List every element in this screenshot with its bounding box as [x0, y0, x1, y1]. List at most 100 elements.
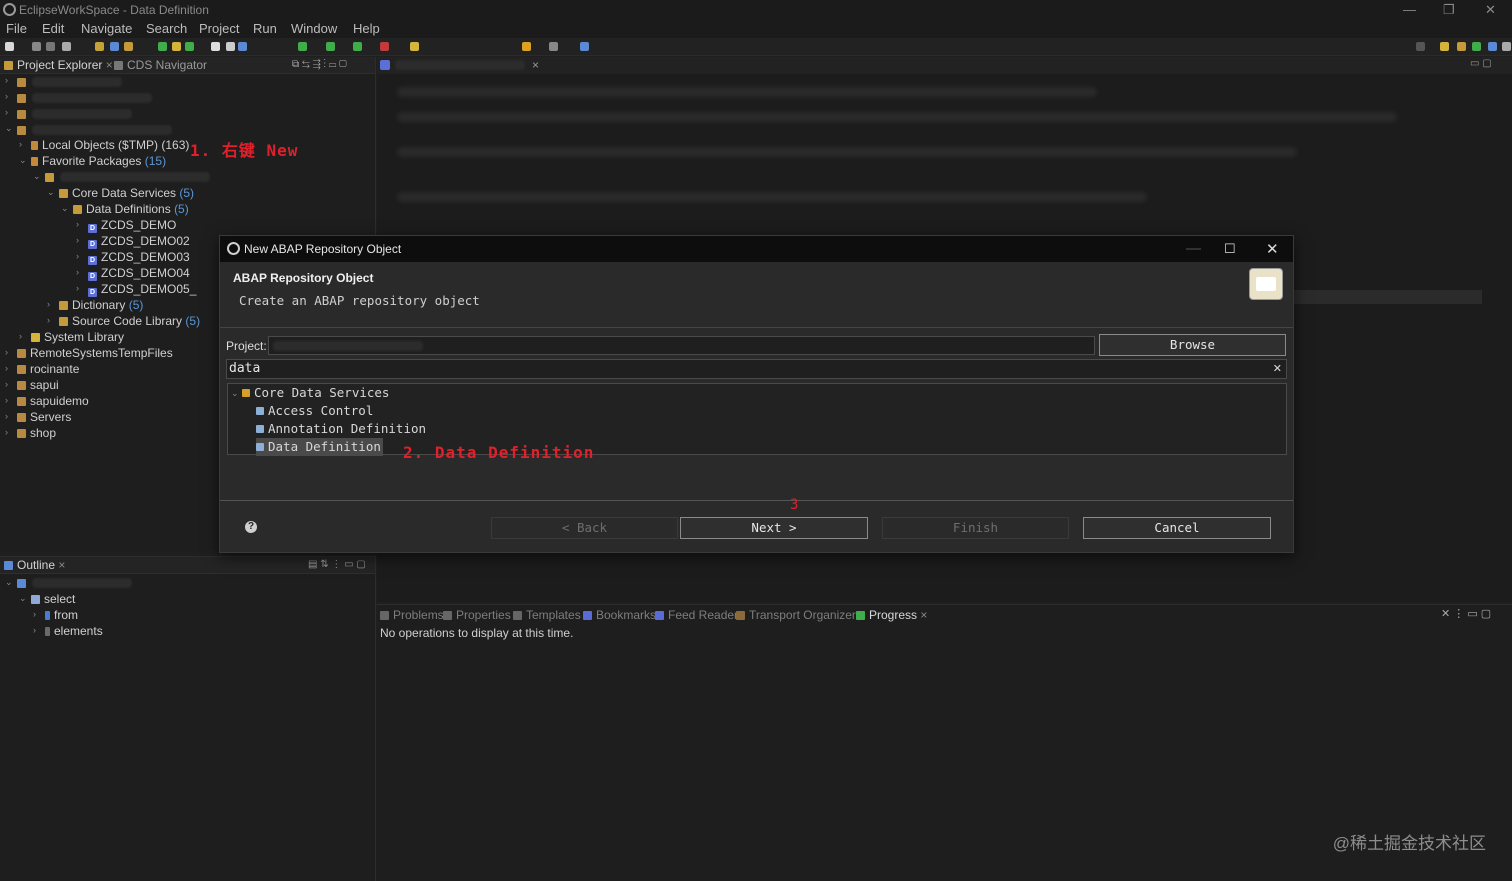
- panel-toolbar-icon[interactable]: ✕ ⋮ ▭ ▢: [1441, 607, 1491, 620]
- menu-project[interactable]: Project: [199, 21, 239, 36]
- type-filter-input[interactable]: data ✕: [226, 359, 1287, 379]
- tree-item-access-control[interactable]: Access Control: [256, 402, 373, 420]
- tab-bookmarks[interactable]: Bookmarks: [583, 608, 656, 622]
- tab-outline[interactable]: Outline ×: [4, 558, 65, 572]
- back-button[interactable]: < Back: [491, 517, 678, 539]
- save-all-icon[interactable]: [46, 42, 55, 51]
- tree-core-data-services[interactable]: Core Data Services (5): [59, 185, 194, 201]
- help-icon[interactable]: ?: [245, 521, 257, 533]
- tree-package-redacted[interactable]: [45, 169, 58, 185]
- tree-data-definitions[interactable]: Data Definitions (5): [73, 201, 189, 217]
- perspective-java-icon[interactable]: [1457, 42, 1466, 51]
- clear-filter-icon[interactable]: ✕: [1273, 362, 1282, 375]
- open-project-icon[interactable]: [95, 42, 104, 51]
- search-object-icon[interactable]: [238, 42, 247, 51]
- menu-search[interactable]: Search: [146, 21, 187, 36]
- outline-from[interactable]: from: [45, 607, 78, 623]
- back-nav-icon[interactable]: [522, 42, 531, 51]
- package-icon[interactable]: [124, 42, 133, 51]
- finish-button[interactable]: Finish: [882, 517, 1069, 539]
- lock-icon[interactable]: [211, 42, 220, 51]
- tab-templates[interactable]: Templates: [513, 608, 581, 622]
- tree-project-sapuidemo[interactable]: sapuidemo: [17, 393, 89, 409]
- outline-toolbar-icon[interactable]: ▤ ⇅ ⋮ ▭ ▢: [308, 559, 366, 570]
- outline-select[interactable]: select: [31, 591, 75, 607]
- perspective-debug-icon[interactable]: [1472, 42, 1481, 51]
- maximize-icon[interactable]: ❐: [1443, 2, 1455, 18]
- dialog-minimize-icon[interactable]: —: [1186, 240, 1201, 257]
- perspective-abap-icon[interactable]: [1440, 42, 1449, 51]
- tree-zcds-demo03[interactable]: D ZCDS_DEMO03: [88, 249, 190, 265]
- tree-system-library[interactable]: System Library: [31, 329, 124, 345]
- run-icon[interactable]: [326, 42, 335, 51]
- close-tab-icon[interactable]: ×: [106, 58, 113, 72]
- debug-icon[interactable]: [298, 42, 307, 51]
- tree-item-data-definition[interactable]: Data Definition: [256, 438, 383, 456]
- dialog-close-icon[interactable]: ✕: [1266, 240, 1279, 258]
- twisty-icon[interactable]: ⌄: [231, 388, 241, 399]
- tree-favorite-packages[interactable]: Favorite Packages (15): [31, 153, 166, 169]
- close-tab-icon[interactable]: ×: [920, 608, 927, 622]
- check-icon[interactable]: [158, 42, 167, 51]
- new-icon[interactable]: [5, 42, 14, 51]
- collapse-all-icon[interactable]: ⧉ ⇆ ⇶ ⋮ ▭ ▢: [292, 59, 347, 70]
- tree-source-code-library[interactable]: Source Code Library (5): [59, 313, 200, 329]
- menu-edit[interactable]: Edit: [42, 21, 64, 36]
- tree-dictionary[interactable]: Dictionary (5): [59, 297, 143, 313]
- tree-local-objects[interactable]: Local Objects ($TMP) (163): [31, 137, 189, 153]
- tree-zcds-demo04[interactable]: D ZCDS_DEMO04: [88, 265, 190, 281]
- tree-row-hidden[interactable]: [17, 90, 30, 106]
- menu-window[interactable]: Window: [291, 21, 337, 36]
- tab-progress[interactable]: Progress ×: [856, 608, 927, 622]
- cancel-button[interactable]: Cancel: [1083, 517, 1271, 539]
- browse-button[interactable]: Browse: [1099, 334, 1286, 356]
- pin-editor-icon[interactable]: [580, 42, 589, 51]
- next-button[interactable]: Next >: [680, 517, 868, 539]
- tree-project-remotesystemstempfiles[interactable]: RemoteSystemsTempFiles: [17, 345, 173, 361]
- close-icon[interactable]: ✕: [1485, 2, 1496, 18]
- tree-row-hidden[interactable]: [17, 122, 30, 138]
- external-tools-icon[interactable]: [380, 42, 389, 51]
- tree-item-annotation-definition[interactable]: Annotation Definition: [256, 420, 426, 438]
- outline-root[interactable]: [17, 575, 30, 591]
- tree-project-servers[interactable]: Servers: [17, 409, 71, 425]
- menu-navigate[interactable]: Navigate: [81, 21, 132, 36]
- menu-file[interactable]: File: [6, 21, 27, 36]
- search-icon[interactable]: [410, 42, 419, 51]
- close-tab-icon[interactable]: ×: [58, 558, 65, 572]
- forward-nav-icon[interactable]: [549, 42, 558, 51]
- quick-access-search-icon[interactable]: [1416, 42, 1425, 51]
- tree-project-shop[interactable]: shop: [17, 425, 56, 441]
- transport-icon[interactable]: [226, 42, 235, 51]
- menu-run[interactable]: Run: [253, 21, 277, 36]
- activate-icon[interactable]: [172, 42, 181, 51]
- print-icon[interactable]: [62, 42, 71, 51]
- perspective-resource-icon[interactable]: [1502, 42, 1511, 51]
- open-object-icon[interactable]: [110, 42, 119, 51]
- tab-transport-organizer[interactable]: Transport Organizer: [736, 608, 856, 622]
- run-config-icon[interactable]: [353, 42, 362, 51]
- editor-min-max-icon[interactable]: ▭ ▢: [1470, 58, 1492, 69]
- tree-project-sapui[interactable]: sapui: [17, 377, 59, 393]
- tab-problems[interactable]: Problems: [380, 608, 444, 622]
- tree-row-hidden[interactable]: [17, 106, 30, 122]
- tree-project-rocinante[interactable]: rocinante: [17, 361, 79, 377]
- tab-cds-navigator[interactable]: CDS Navigator: [114, 58, 207, 72]
- tab-project-explorer[interactable]: Project Explorer ×: [4, 58, 113, 72]
- tab-properties[interactable]: Properties: [443, 608, 511, 622]
- tree-row-hidden[interactable]: [17, 74, 30, 90]
- outline-elements[interactable]: elements: [45, 623, 103, 639]
- tab-feed-reader[interactable]: Feed Reader: [655, 608, 738, 622]
- perspective-other-icon[interactable]: [1488, 42, 1497, 51]
- tree-group-core-data-services[interactable]: Core Data Services: [242, 384, 389, 402]
- tree-zcds-demo02[interactable]: D ZCDS_DEMO02: [88, 233, 190, 249]
- activate-all-icon[interactable]: [185, 42, 194, 51]
- minimize-icon[interactable]: —: [1403, 2, 1416, 17]
- project-field[interactable]: [268, 336, 1095, 355]
- dialog-maximize-icon[interactable]: ☐: [1224, 241, 1236, 257]
- menu-help[interactable]: Help: [353, 21, 380, 36]
- close-tab-icon[interactable]: ×: [532, 58, 539, 72]
- tree-zcds-demo05[interactable]: D ZCDS_DEMO05_: [88, 281, 196, 297]
- save-icon[interactable]: [32, 42, 41, 51]
- tree-zcds-demo[interactable]: D ZCDS_DEMO: [88, 217, 176, 233]
